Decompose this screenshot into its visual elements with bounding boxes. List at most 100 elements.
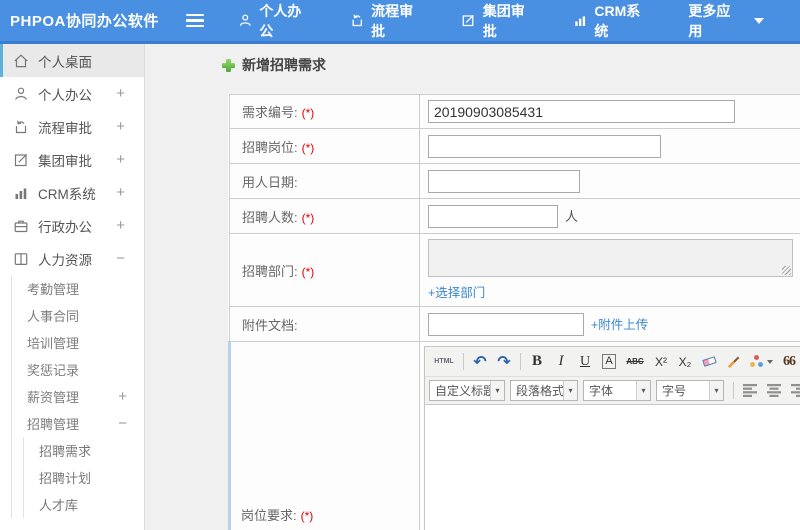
- collapse-icon[interactable]: −: [118, 415, 127, 432]
- topnav-item-more-apps[interactable]: 更多应用: [688, 1, 764, 41]
- sidebar-item-recruit-mgmt[interactable]: 招聘管理 −: [12, 410, 144, 437]
- topnav-label: 集团审批: [482, 2, 525, 39]
- table-row: 需求编号: (*): [229, 94, 800, 129]
- employment-date-input[interactable]: [428, 169, 580, 193]
- caret-down-icon: ▾: [490, 381, 504, 400]
- attachment-input[interactable]: [428, 312, 584, 336]
- sidebar-item-reward-punishment[interactable]: 奖惩记录: [12, 356, 144, 383]
- topnav-label: 更多应用: [688, 2, 731, 39]
- sidebar-item-recruit-demand[interactable]: 招聘需求: [24, 437, 144, 464]
- sidebar-item-crm-system[interactable]: CRM系统 +: [0, 176, 144, 209]
- attachment-upload-link[interactable]: +附件上传: [591, 318, 648, 332]
- italic-button[interactable]: I: [550, 351, 572, 373]
- font-family-select[interactable]: 字体 ▾: [583, 380, 651, 401]
- topnav-item-workflow-approval[interactable]: 流程审批: [350, 1, 426, 41]
- recruit-demand-form: 需求编号:(*) 招聘岗位:(*) 用人日期: 招聘人数:(*) 人 招聘部门:…: [228, 94, 800, 530]
- remove-format-button[interactable]: [698, 351, 720, 373]
- strikethrough-button[interactable]: ABC: [622, 351, 648, 373]
- select-department-link[interactable]: +选择部门: [428, 282, 485, 301]
- char-border-button[interactable]: A: [598, 351, 620, 373]
- subscript-button[interactable]: X₂: [674, 351, 696, 373]
- align-center-button[interactable]: [763, 380, 785, 402]
- sidebar-item-training-mgmt[interactable]: 培训管理: [12, 329, 144, 356]
- topnav-item-personal-office[interactable]: 个人办公: [238, 1, 314, 41]
- expand-icon[interactable]: +: [116, 85, 125, 102]
- html-source-button[interactable]: HTML: [430, 351, 458, 373]
- caret-down-icon: [766, 359, 773, 364]
- sidebar-item-human-resources[interactable]: 人力资源 −: [0, 242, 144, 275]
- recruit-position-input[interactable]: [428, 134, 661, 158]
- resize-handle[interactable]: [782, 266, 791, 275]
- sidebar-item-personnel-contract[interactable]: 人事合同: [12, 302, 144, 329]
- align-right-button[interactable]: [787, 380, 800, 402]
- sidebar-item-personal-office[interactable]: 个人办公 +: [0, 77, 144, 110]
- sidebar-item-talent-pool[interactable]: 人才库: [24, 491, 144, 518]
- underline-button[interactable]: U: [574, 351, 596, 373]
- paragraph-format-select[interactable]: 段落格式 ▾: [510, 380, 578, 401]
- hamburger-menu-icon[interactable]: [186, 14, 204, 27]
- book-icon: [14, 252, 28, 265]
- custom-heading-select[interactable]: 自定义标题 ▾: [429, 380, 505, 401]
- field-label: 招聘岗位:: [242, 139, 298, 155]
- main-content: 新增招聘需求 需求编号:(*) 招聘岗位:(*) 用人日期: 招聘人数:(*) …: [146, 44, 800, 530]
- collapse-icon[interactable]: −: [116, 250, 125, 267]
- sidebar-item-label: 培训管理: [27, 336, 80, 351]
- edit-icon: [14, 153, 28, 166]
- editor-content-area[interactable]: [425, 405, 800, 530]
- sidebar-item-recruit-plan[interactable]: 招聘计划: [24, 464, 144, 491]
- caret-down-icon: ▾: [563, 381, 577, 400]
- demand-number-input[interactable]: [428, 100, 735, 123]
- sidebar-item-attendance-mgmt[interactable]: 考勤管理: [12, 275, 144, 302]
- sidebar-submenu-hr: 考勤管理 人事合同 培训管理 奖惩记录 薪资管理 + 招聘管理 − 招聘需求 招…: [11, 275, 144, 518]
- redo-button[interactable]: ↷: [493, 351, 515, 373]
- caret-down-icon: ▾: [636, 381, 650, 400]
- field-label: 招聘人数:: [242, 209, 298, 225]
- table-row: 招聘岗位: (*): [229, 128, 800, 164]
- superscript-button[interactable]: X²: [650, 351, 672, 373]
- page-title: 新增招聘需求: [222, 55, 800, 75]
- sidebar-item-personal-desktop[interactable]: 个人桌面: [0, 44, 144, 77]
- expand-icon[interactable]: +: [118, 388, 127, 405]
- sidebar-item-admin-office[interactable]: 行政办公 +: [0, 209, 144, 242]
- sidebar-item-salary-mgmt[interactable]: 薪资管理 +: [12, 383, 144, 410]
- expand-icon[interactable]: +: [116, 217, 125, 234]
- font-size-select[interactable]: 字号 ▾: [656, 380, 724, 401]
- sidebar-item-workflow-approval[interactable]: 流程审批 +: [0, 110, 144, 143]
- field-label: 岗位要求:: [241, 507, 297, 523]
- sidebar-item-label: 奖惩记录: [27, 363, 80, 378]
- topnav-label: 个人办公: [259, 2, 302, 39]
- page-title-text: 新增招聘需求: [242, 57, 326, 73]
- briefcase-icon: [14, 220, 28, 232]
- required-marker: (*): [301, 106, 315, 120]
- expand-icon[interactable]: +: [116, 118, 125, 135]
- blockquote-button[interactable]: 66: [778, 351, 800, 373]
- bar-chart-icon: [575, 16, 585, 26]
- format-painter-button[interactable]: [722, 351, 744, 373]
- topnav-item-group-approval[interactable]: 集团审批: [461, 1, 537, 41]
- topnav-label: CRM系统: [594, 2, 641, 39]
- user-icon: [239, 14, 251, 26]
- sidebar-item-group-approval[interactable]: 集团审批 +: [0, 143, 144, 176]
- required-marker: (*): [301, 210, 315, 225]
- recruit-count-input[interactable]: [428, 204, 558, 228]
- table-row: 用人日期:: [229, 163, 800, 199]
- recruit-department-textarea[interactable]: [428, 239, 793, 277]
- expand-icon[interactable]: +: [116, 184, 125, 201]
- eraser-icon: [701, 356, 717, 367]
- color-picker-button[interactable]: [746, 351, 776, 373]
- expand-icon[interactable]: +: [116, 151, 125, 168]
- home-icon: [14, 53, 28, 67]
- sidebar-item-label: 个人桌面: [38, 54, 92, 70]
- align-left-button[interactable]: [739, 380, 761, 402]
- topnav-item-crm-system[interactable]: CRM系统: [573, 1, 652, 41]
- toolbar-separator: [733, 382, 734, 399]
- undo-button[interactable]: ↶: [469, 351, 491, 373]
- sidebar-item-label: CRM系统: [38, 186, 96, 202]
- workflow-icon: [15, 119, 27, 133]
- sidebar-item-label: 集团审批: [38, 153, 92, 169]
- sidebar-item-label: 薪资管理: [27, 390, 80, 405]
- caret-down-icon: [753, 17, 764, 24]
- bold-button[interactable]: B: [526, 351, 548, 373]
- table-row: 招聘人数: (*) 人: [229, 198, 800, 234]
- required-marker: (*): [301, 264, 315, 279]
